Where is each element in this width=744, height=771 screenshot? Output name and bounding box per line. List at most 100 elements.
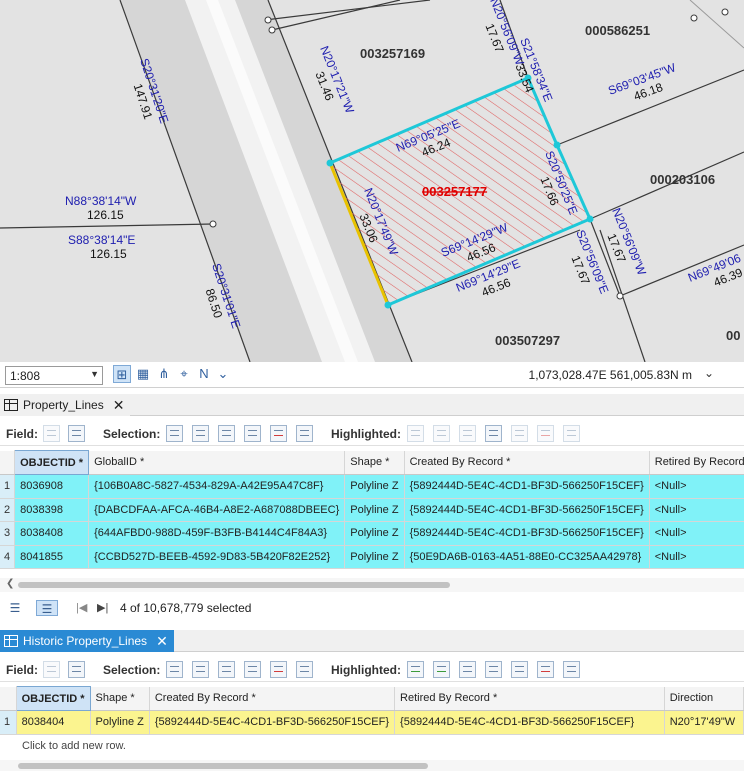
row-header-corner[interactable] (0, 686, 17, 711)
fields-view-icon[interactable] (68, 661, 85, 678)
select-by-attributes-icon[interactable] (166, 425, 183, 442)
table-cell[interactable]: N20°17'49"W (664, 710, 744, 735)
last-record-icon[interactable]: ▶| (97, 601, 108, 614)
table-cell[interactable]: 8038408 (14, 521, 90, 546)
unhighlight-icon[interactable] (511, 661, 528, 678)
constraints-icon[interactable]: ⌖ (175, 365, 193, 383)
column-header[interactable]: OBJECTID * (15, 686, 91, 711)
table1-horizontal-scrollbar[interactable]: ❮ (0, 578, 744, 592)
table-cell[interactable]: {5892444D-5E4C-4CD1-BF3D-566250F15CEF} (149, 710, 396, 735)
clear-selection-icon[interactable] (244, 425, 261, 442)
delete-highlighted-icon[interactable] (537, 425, 554, 442)
scrollbar-thumb[interactable] (18, 582, 450, 588)
table-cell[interactable]: Polyline Z (90, 710, 150, 735)
row-header-corner[interactable] (0, 450, 16, 475)
table-cell[interactable]: 8038404 (16, 710, 91, 735)
zoom-to-selection-icon[interactable] (192, 661, 209, 678)
zoom-to-selection-icon[interactable] (192, 425, 209, 442)
table-cell[interactable]: Polyline Z (344, 545, 405, 569)
grid-icon[interactable]: ▦ (134, 365, 152, 383)
column-header[interactable]: Created By Record * (149, 686, 396, 711)
close-icon[interactable]: ✕ (113, 397, 125, 414)
table-cell[interactable]: 8041855 (14, 545, 90, 569)
table-cell[interactable]: <Null> (649, 545, 744, 569)
map-canvas[interactable]: 003257169 000586251 000203106 003507297 0032… (0, 0, 744, 362)
show-all-records-icon[interactable]: ☰ (4, 600, 26, 616)
column-header[interactable]: Retired By Record * (649, 450, 744, 475)
highlight-zoom-icon[interactable] (459, 661, 476, 678)
switch-highlighted-icon[interactable] (485, 661, 502, 678)
table2-horizontal-scrollbar[interactable] (0, 760, 744, 771)
correction-icon[interactable]: N (195, 365, 213, 383)
row-number[interactable]: 3 (0, 521, 16, 546)
table-cell[interactable]: <Null> (649, 498, 744, 522)
copy-highlighted-icon[interactable] (563, 661, 580, 678)
copy-selection-icon[interactable] (296, 661, 313, 678)
table-cell[interactable]: 8038398 (14, 498, 90, 522)
scale-selector[interactable]: 1:808 ▼ (5, 366, 103, 385)
tab-property-lines[interactable]: Property_Lines ✕ (0, 394, 131, 416)
table-cell[interactable]: <Null> (649, 521, 744, 546)
column-header[interactable]: OBJECTID * (14, 450, 90, 475)
clear-selection-icon[interactable] (244, 661, 261, 678)
table-row[interactable]: 1 8038404 Polyline Z {5892444D-5E4C-4CD1… (0, 710, 744, 735)
pan-to-highlighted-icon[interactable] (433, 661, 450, 678)
add-field-icon[interactable] (43, 425, 60, 442)
table-cell[interactable]: {5892444D-5E4C-4CD1-BF3D-566250F15CEF} (394, 710, 665, 735)
scroll-left-icon[interactable]: ❮ (6, 578, 14, 589)
fields-view-icon[interactable] (68, 425, 85, 442)
table-row[interactable]: 4 8041855 {CCBD527D-BEEB-4592-9D83-5B420… (0, 545, 744, 569)
add-new-row[interactable]: Click to add new row. (22, 740, 126, 752)
row-number[interactable]: 1 (0, 474, 16, 499)
column-header[interactable]: Retired By Record * (394, 686, 665, 711)
snapping-icon[interactable]: ⋔ (155, 365, 173, 383)
first-record-icon[interactable]: |◀ (76, 601, 87, 614)
chevron-down-icon[interactable]: ⌄ (214, 365, 232, 383)
copy-selection-icon[interactable] (296, 425, 313, 442)
copy-highlighted-icon[interactable] (563, 425, 580, 442)
table-row[interactable]: 1 8036908 {106B0A8C-5827-4534-829A-A42E9… (0, 474, 744, 499)
switch-selection-icon[interactable] (218, 661, 235, 678)
close-icon[interactable]: ✕ (156, 633, 168, 650)
table-cell[interactable]: Polyline Z (344, 498, 405, 522)
table-cell[interactable]: {5892444D-5E4C-4CD1-BF3D-566250F15CEF} (404, 474, 650, 499)
show-selected-records-icon[interactable]: ☰ (36, 600, 58, 616)
unhighlight-icon[interactable] (511, 425, 528, 442)
row-number[interactable]: 4 (0, 545, 16, 569)
switch-highlighted-icon[interactable] (485, 425, 502, 442)
tab-historic-property-lines[interactable]: Historic Property_Lines ✕ (0, 630, 174, 652)
zoom-to-highlighted-icon[interactable] (407, 661, 424, 678)
column-header[interactable]: Shape * (90, 686, 150, 711)
navigate-tool-icon[interactable]: ⊞ (113, 365, 131, 383)
select-by-attributes-icon[interactable] (166, 661, 183, 678)
table-cell[interactable]: 8036908 (14, 474, 90, 499)
column-header[interactable]: Created By Record * (404, 450, 650, 475)
map-view[interactable]: 003257169 000586251 000203106 003507297 0032… (0, 0, 744, 362)
pan-to-highlighted-icon[interactable] (433, 425, 450, 442)
table-cell[interactable]: Polyline Z (344, 521, 405, 546)
zoom-to-highlighted-icon[interactable] (407, 425, 424, 442)
table-cell[interactable]: {DABCDFAA-AFCA-46B4-A8E2-A687088DBEEC} (88, 498, 346, 522)
table-cell[interactable]: {5892444D-5E4C-4CD1-BF3D-566250F15CEF} (404, 521, 650, 546)
add-field-icon[interactable] (43, 661, 60, 678)
table-row[interactable]: 2 8038398 {DABCDFAA-AFCA-46B4-A8E2-A6870… (0, 498, 744, 522)
table-row[interactable]: 3 8038408 {644AFBD0-988D-459F-B3FB-B4144… (0, 521, 744, 546)
table-cell[interactable]: {50E9DA6B-0163-4A51-88E0-CC325AA42978} (404, 545, 650, 569)
column-header[interactable]: Shape * (344, 450, 405, 475)
table-cell[interactable]: {CCBD527D-BEEB-4592-9D83-5B420F82E252} (88, 545, 346, 569)
switch-selection-icon[interactable] (218, 425, 235, 442)
column-header[interactable]: GlobalID * (88, 450, 346, 475)
table-cell[interactable]: Polyline Z (344, 474, 405, 499)
table-cell[interactable]: {644AFBD0-988D-459F-B3FB-B4144C4F84A3} (88, 521, 346, 546)
table-cell[interactable]: <Null> (649, 474, 744, 499)
column-header[interactable]: Direction (664, 686, 744, 711)
scrollbar-thumb[interactable] (18, 763, 428, 769)
table-cell[interactable]: {5892444D-5E4C-4CD1-BF3D-566250F15CEF} (404, 498, 650, 522)
row-number[interactable]: 1 (0, 710, 17, 735)
delete-selection-icon[interactable] (270, 425, 287, 442)
chevron-down-icon[interactable]: ⌄ (704, 366, 714, 380)
row-number[interactable]: 2 (0, 498, 16, 522)
table-cell[interactable]: {106B0A8C-5827-4534-829A-A42E95A47C8F} (88, 474, 346, 499)
delete-selection-icon[interactable] (270, 661, 287, 678)
delete-highlighted-icon[interactable] (537, 661, 554, 678)
